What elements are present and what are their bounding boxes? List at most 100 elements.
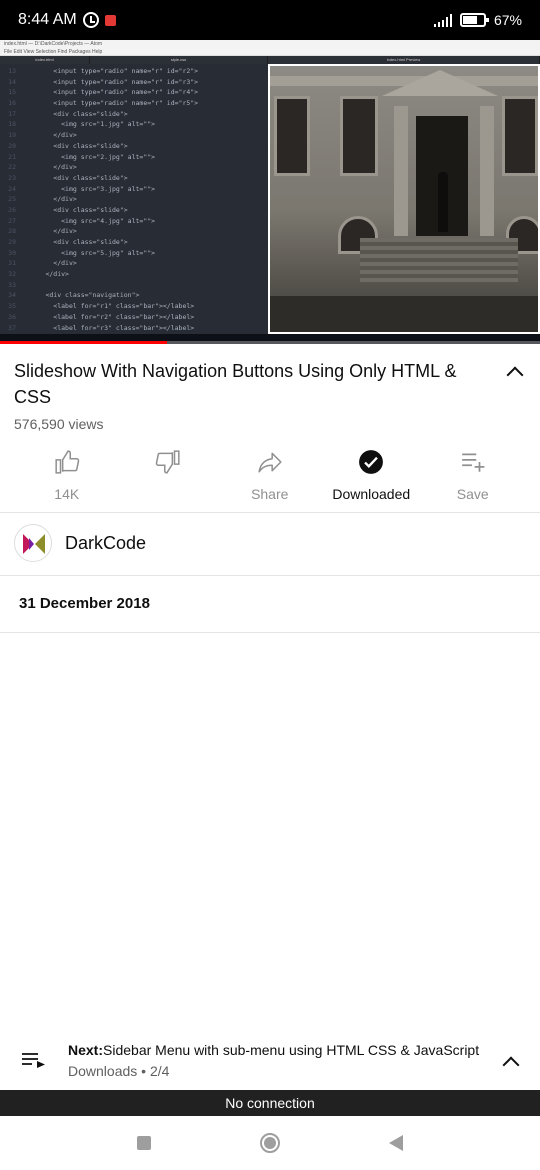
line-number: 15 bbox=[8, 88, 16, 97]
share-icon bbox=[256, 448, 284, 476]
code-text: <input type="radio" name="r" id="r3"> bbox=[22, 77, 199, 86]
code-line: 29 <div class="slide"> bbox=[0, 237, 268, 248]
code-line: 31 </div> bbox=[0, 258, 268, 269]
code-text: <img src="2.jpg" alt=""> bbox=[22, 152, 156, 161]
code-text: </div> bbox=[22, 270, 69, 279]
code-text: <div class="slide"> bbox=[22, 173, 128, 182]
ide-titlebar: index.html — D:\DarkCode\Projects — Atom bbox=[0, 40, 540, 48]
line-number: 32 bbox=[8, 270, 16, 279]
save-to-playlist-icon bbox=[459, 448, 487, 476]
dislike-button[interactable] bbox=[118, 444, 220, 512]
code-text: </div> bbox=[22, 259, 77, 268]
channel-avatar[interactable] bbox=[14, 524, 52, 562]
chevron-up-icon[interactable] bbox=[504, 360, 526, 382]
square-icon bbox=[137, 1136, 151, 1150]
divider bbox=[0, 512, 540, 513]
code-line: 16 <input type="radio" name="r" id="r5"> bbox=[0, 98, 268, 109]
code-text: <img src="5.jpg" alt=""> bbox=[22, 248, 156, 257]
code-line: 26 <div class="slide"> bbox=[0, 205, 268, 216]
next-up-bar[interactable]: Next:Sidebar Menu with sub-menu using HT… bbox=[0, 1030, 540, 1090]
no-connection-banner: No connection bbox=[0, 1090, 540, 1116]
video-player[interactable]: index.html — D:\DarkCode\Projects — Atom… bbox=[0, 40, 540, 344]
save-label: Save bbox=[456, 486, 489, 502]
code-line: 30 <img src="5.jpg" alt=""> bbox=[0, 248, 268, 259]
code-text: <label for="r2" class="bar"></label> bbox=[22, 312, 195, 321]
status-right: 67% bbox=[433, 12, 522, 28]
code-text: </div> bbox=[22, 195, 77, 204]
video-progress-bar[interactable] bbox=[0, 341, 540, 344]
save-button[interactable]: Save bbox=[422, 444, 524, 512]
code-text: <label for="r3" class="bar"></label> bbox=[22, 323, 195, 332]
code-text: <img src="4.jpg" alt=""> bbox=[22, 216, 156, 225]
thumbs-down-icon bbox=[154, 448, 182, 476]
recents-button[interactable] bbox=[114, 1123, 174, 1163]
code-text: <div class="slide"> bbox=[22, 141, 128, 150]
code-line: 28 </div> bbox=[0, 226, 268, 237]
status-left: 8:44 AM bbox=[18, 11, 116, 29]
code-line: 32 </div> bbox=[0, 269, 268, 280]
line-number: 18 bbox=[8, 120, 16, 129]
code-line: 13 <input type="radio" name="r" id="r2"> bbox=[0, 66, 268, 77]
code-text: <img src="3.jpg" alt=""> bbox=[22, 184, 156, 193]
ide-menubar: File Edit View Selection Find Packages H… bbox=[0, 48, 540, 56]
code-line: 33 bbox=[0, 280, 268, 291]
expand-queue-icon[interactable] bbox=[500, 1050, 522, 1072]
next-prefix: Next: bbox=[68, 1042, 104, 1058]
line-number: 28 bbox=[8, 227, 16, 236]
like-button[interactable]: 14K bbox=[16, 444, 118, 512]
line-number: 14 bbox=[8, 77, 16, 86]
code-text: <div class="slide"> bbox=[22, 109, 128, 118]
code-line: 20 <div class="slide"> bbox=[0, 141, 268, 152]
code-text: <input type="radio" name="r" id="r4"> bbox=[22, 88, 199, 97]
ide-tab: style.css bbox=[90, 56, 268, 64]
back-button[interactable] bbox=[366, 1123, 426, 1163]
line-number: 33 bbox=[8, 280, 16, 289]
divider bbox=[0, 632, 540, 633]
line-number: 27 bbox=[8, 216, 16, 225]
code-line: 15 <input type="radio" name="r" id="r4"> bbox=[0, 87, 268, 98]
code-line: 23 <div class="slide"> bbox=[0, 173, 268, 184]
code-line: 36 <label for="r2" class="bar"></label> bbox=[0, 312, 268, 323]
ide-main: 13 <input type="radio" name="r" id="r2">… bbox=[0, 64, 540, 334]
signal-icon bbox=[433, 13, 452, 27]
back-triangle-icon bbox=[389, 1135, 403, 1151]
next-subtitle: Downloads • 2/4 bbox=[68, 1063, 170, 1079]
line-number: 30 bbox=[8, 248, 16, 257]
ide-tab: index.html bbox=[0, 56, 90, 64]
line-number: 26 bbox=[8, 205, 16, 214]
line-number: 34 bbox=[8, 291, 16, 300]
channel-row[interactable]: DarkCode bbox=[14, 524, 146, 562]
home-button[interactable] bbox=[240, 1123, 300, 1163]
thumbs-up-icon bbox=[53, 448, 81, 476]
line-number: 35 bbox=[8, 302, 16, 311]
code-text: </div> bbox=[22, 163, 77, 172]
code-line: 14 <input type="radio" name="r" id="r3"> bbox=[0, 77, 268, 88]
code-text: <img src="1.jpg" alt=""> bbox=[22, 120, 156, 129]
code-text: <div class="slide"> bbox=[22, 205, 128, 214]
share-label: Share bbox=[251, 486, 289, 502]
share-button[interactable]: Share bbox=[219, 444, 321, 512]
building-photo bbox=[270, 66, 538, 332]
code-text: <input type="radio" name="r" id="r2"> bbox=[22, 67, 199, 75]
status-bar: 8:44 AM 67% bbox=[0, 0, 540, 40]
line-number: 13 bbox=[8, 67, 16, 75]
action-row: 14K Share Downloaded Save bbox=[0, 444, 540, 512]
ide-tab: index.html Preview bbox=[268, 56, 540, 64]
code-line: 19 </div> bbox=[0, 130, 268, 141]
video-progress-fill bbox=[0, 341, 168, 344]
title-row: Slideshow With Navigation Buttons Using … bbox=[14, 358, 526, 410]
line-number: 25 bbox=[8, 195, 16, 204]
code-text: <div class="navigation"> bbox=[22, 291, 140, 300]
view-count: 576,590 views bbox=[14, 416, 104, 432]
code-line: 21 <img src="2.jpg" alt=""> bbox=[0, 152, 268, 163]
code-text: <label for="r1" class="bar"></label> bbox=[22, 302, 195, 311]
line-number: 31 bbox=[8, 259, 16, 268]
code-line: 25 </div> bbox=[0, 194, 268, 205]
downloaded-button[interactable]: Downloaded bbox=[321, 444, 423, 512]
status-time: 8:44 AM bbox=[18, 11, 77, 28]
battery-icon bbox=[459, 13, 489, 27]
line-number: 19 bbox=[8, 131, 16, 140]
channel-name[interactable]: DarkCode bbox=[65, 533, 146, 554]
code-line: 34 <div class="navigation"> bbox=[0, 290, 268, 301]
code-line: 18 <img src="1.jpg" alt=""> bbox=[0, 119, 268, 130]
